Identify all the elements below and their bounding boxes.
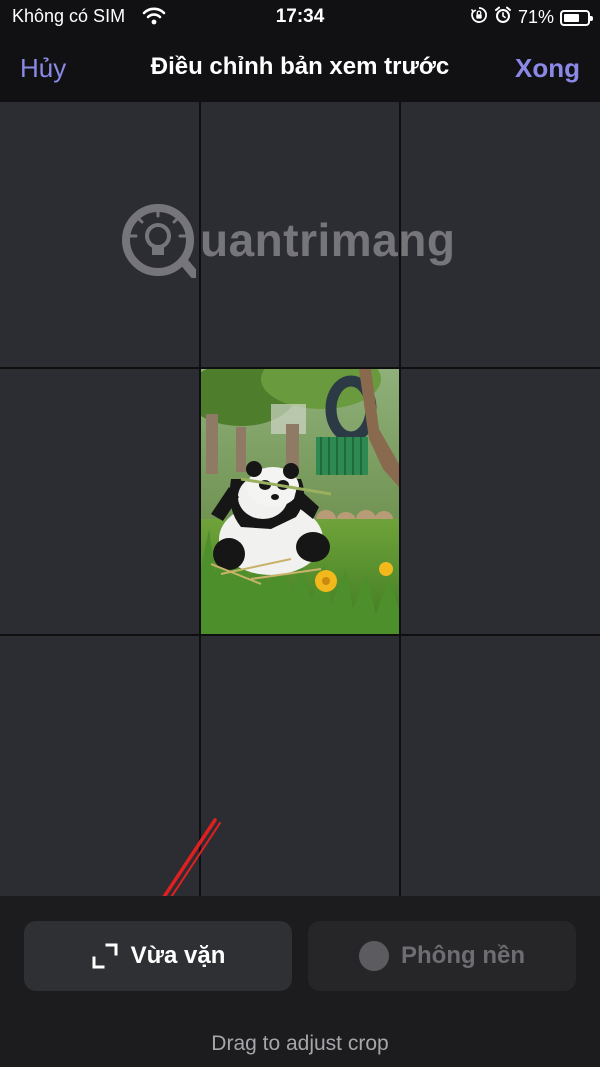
background-button[interactable]: Phông nền [308,921,576,991]
watermark: uantrimang [120,202,455,278]
navigation-bar: Hủy Điều chỉnh bản xem trước Xong [0,34,600,102]
background-circle-icon [359,941,389,971]
status-indicators: 71% [470,6,593,29]
grid-line-horizontal [0,634,600,636]
fit-button[interactable]: Vừa vặn [24,921,292,991]
background-button-label: Phông nền [401,942,525,969]
battery-percent: 71% [517,7,554,27]
orientation-lock-icon [470,6,488,29]
battery-icon [560,9,593,26]
page-title: Điều chỉnh bản xem trước [150,53,450,80]
alarm-icon [494,6,512,29]
fit-button-label: Vừa vặn [130,942,226,969]
hint-text: Drag to adjust crop [211,1032,389,1055]
preview-photo[interactable] [201,369,399,634]
watermark-bulb-icon [122,204,196,278]
done-button[interactable]: Xong [515,53,580,84]
crop-canvas[interactable]: uantrimang [0,102,600,896]
status-bar: Không có SIM 17:34 71% [0,0,600,34]
bottom-panel: Vừa vặn Phông nền Drag to adjust crop [0,896,600,1067]
watermark-text: uantrimang [200,214,456,266]
fit-corners-icon [92,943,118,969]
